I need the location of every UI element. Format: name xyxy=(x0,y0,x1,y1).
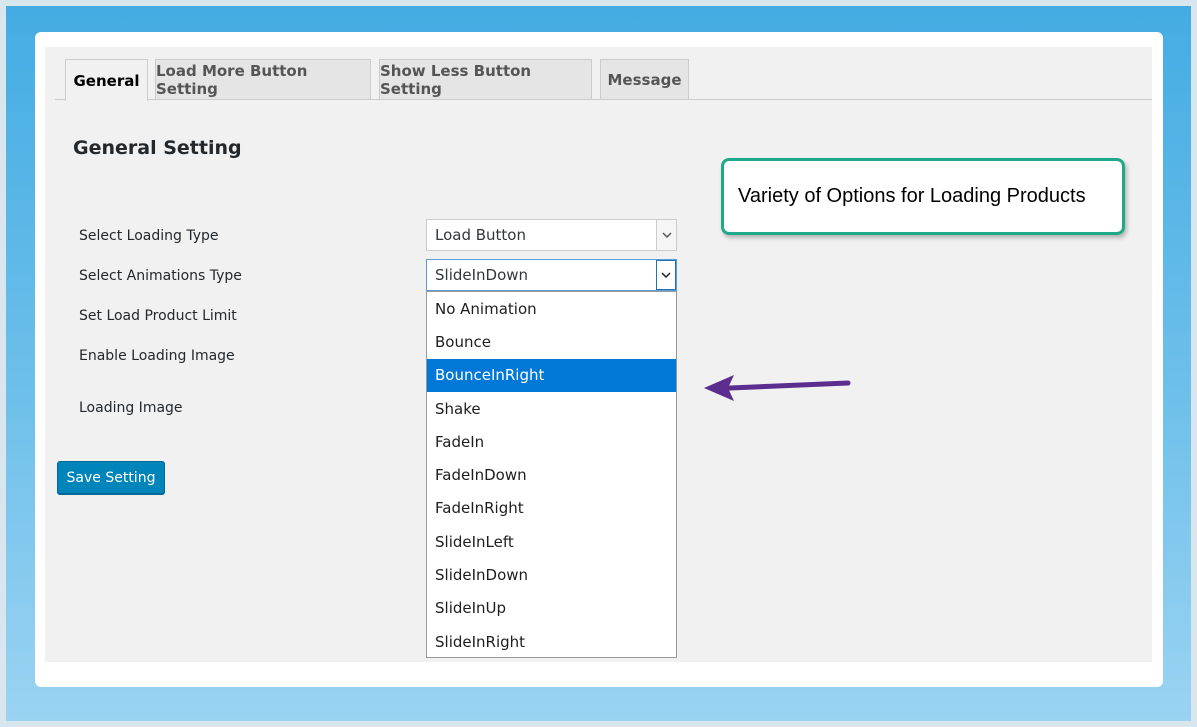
animation-option-highlighted[interactable]: BounceInRight xyxy=(427,358,676,392)
chevron-down-icon[interactable] xyxy=(656,220,676,250)
tab-load-more-button-setting[interactable]: Load More Button Setting xyxy=(155,59,371,99)
callout-annotation: Variety of Options for Loading Products xyxy=(721,158,1125,235)
animation-option[interactable]: SlideInDown xyxy=(427,558,676,591)
section-title: General Setting xyxy=(73,137,242,159)
animation-option[interactable]: FadeIn xyxy=(427,425,676,458)
animation-options-list: No Animation Bounce BounceInRight Shake … xyxy=(426,291,677,658)
animation-type-value: SlideInDown xyxy=(435,266,529,284)
enable-loading-image-label: Enable Loading Image xyxy=(79,348,235,364)
loading-type-value: Load Button xyxy=(435,226,526,244)
animation-option[interactable]: Shake xyxy=(427,392,676,425)
loading-type-select[interactable]: Load Button xyxy=(426,219,677,251)
animation-option[interactable]: SlideInLeft xyxy=(427,525,676,558)
animation-option[interactable]: FadeInRight xyxy=(427,492,676,525)
left-arrow-icon xyxy=(704,375,851,401)
animation-option[interactable]: No Animation xyxy=(427,292,676,325)
tab-message[interactable]: Message xyxy=(600,59,689,99)
callout-text: Variety of Options for Loading Products xyxy=(738,185,1086,207)
product-limit-label: Set Load Product Limit xyxy=(79,308,237,324)
tabs-divider xyxy=(55,99,1152,100)
animation-option[interactable]: Bounce xyxy=(427,325,676,358)
tab-general[interactable]: General xyxy=(65,59,148,101)
loading-type-label: Select Loading Type xyxy=(79,228,219,244)
loading-image-label: Loading Image xyxy=(79,400,183,416)
tab-show-less-button-setting[interactable]: Show Less Button Setting xyxy=(379,59,592,99)
chevron-down-icon[interactable] xyxy=(656,260,676,290)
animation-option[interactable]: SlideInRight xyxy=(427,625,676,658)
animation-option[interactable]: SlideInUp xyxy=(427,592,676,625)
animation-option[interactable]: FadeInDown xyxy=(427,458,676,491)
save-setting-button[interactable]: Save Setting xyxy=(57,461,165,494)
animation-type-select[interactable]: SlideInDown xyxy=(426,259,677,291)
animation-type-label: Select Animations Type xyxy=(79,268,242,284)
